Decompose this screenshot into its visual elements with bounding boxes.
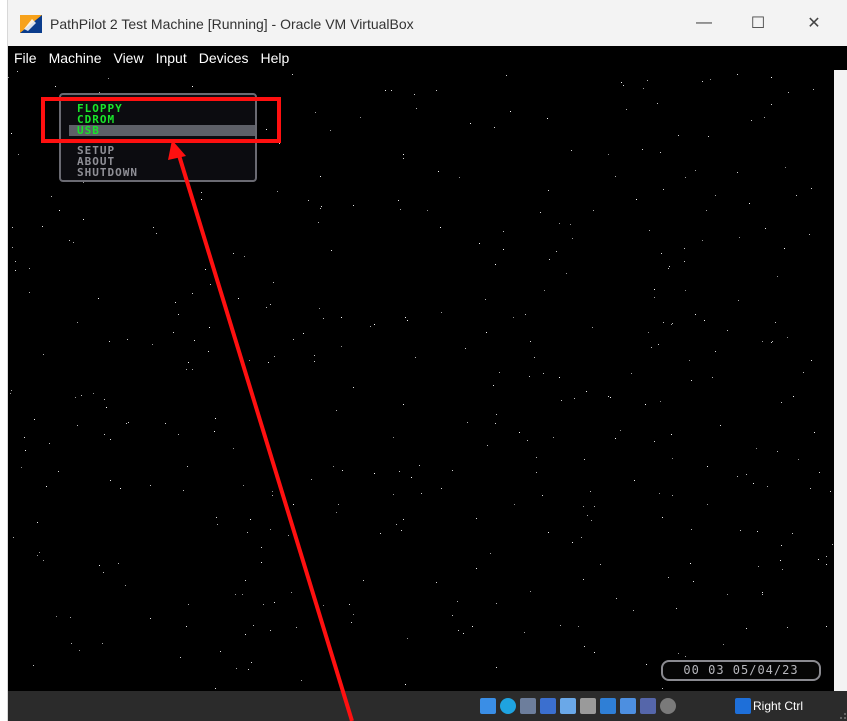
network-icon[interactable] xyxy=(540,698,556,714)
menu-view[interactable]: View xyxy=(107,46,149,70)
vt-x-icon[interactable] xyxy=(640,698,656,714)
clock-display: 00 03 05/04/23 xyxy=(661,660,821,681)
menu-devices[interactable]: Devices xyxy=(193,46,255,70)
vm-screen[interactable]: FLOPPY CDROM USB SETUP ABOUT SHUTDOWN 00… xyxy=(8,70,834,691)
shared-folders-icon[interactable] xyxy=(580,698,596,714)
resize-grip-icon[interactable] xyxy=(834,707,847,721)
status-bar-icons xyxy=(480,698,676,714)
recording-icon[interactable] xyxy=(620,698,636,714)
menu-input[interactable]: Input xyxy=(150,46,193,70)
mouse-integration-icon[interactable] xyxy=(660,698,676,714)
menu-help[interactable]: Help xyxy=(255,46,296,70)
close-icon: ✕ xyxy=(807,15,821,32)
virtualbox-app-icon xyxy=(20,15,42,33)
close-button[interactable]: ✕ xyxy=(792,6,836,40)
status-bar: Right Ctrl xyxy=(8,691,847,721)
maximize-icon: ☐ xyxy=(750,15,766,32)
maximize-button[interactable]: ☐ xyxy=(736,6,780,40)
minimize-icon: — xyxy=(696,14,712,31)
menu-file[interactable]: File xyxy=(8,46,43,70)
minimize-button[interactable]: — xyxy=(682,6,726,40)
display-icon[interactable] xyxy=(600,698,616,714)
audio-icon[interactable] xyxy=(520,698,536,714)
window-title: PathPilot 2 Test Machine [Running] - Ora… xyxy=(50,16,414,32)
usb-icon[interactable] xyxy=(560,698,576,714)
host-key-label: Right Ctrl xyxy=(753,699,804,713)
menu-bar: File Machine View Input Devices Help xyxy=(8,46,847,70)
host-key-icon xyxy=(735,698,751,714)
annotation-highlight-box xyxy=(41,97,281,143)
title-bar[interactable]: PathPilot 2 Test Machine [Running] - Ora… xyxy=(8,0,847,46)
boot-option-shutdown[interactable]: SHUTDOWN xyxy=(77,167,138,178)
optical-drive-icon[interactable] xyxy=(500,698,516,714)
menu-machine[interactable]: Machine xyxy=(43,46,108,70)
hard-disk-icon[interactable] xyxy=(480,698,496,714)
